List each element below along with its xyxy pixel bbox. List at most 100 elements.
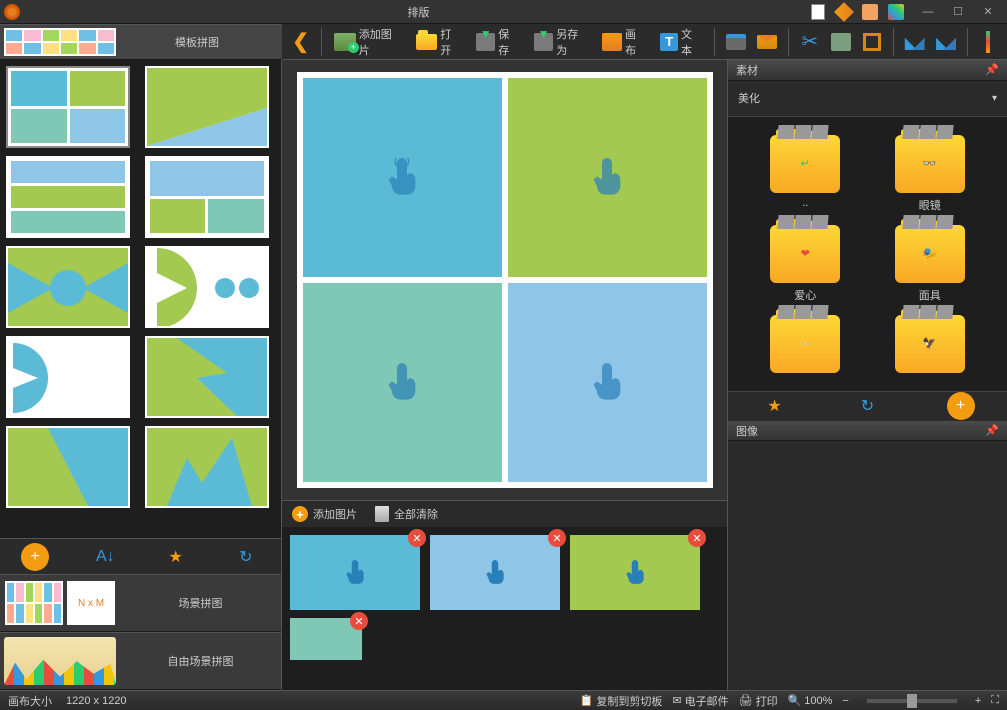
left-panel: + A↓ ★ ↻ N x M 场景拼图 自由场景拼图 (0, 60, 282, 690)
email-button[interactable] (753, 27, 782, 57)
print-icon (726, 34, 746, 50)
add-template-button[interactable]: + (21, 543, 49, 571)
fit-button[interactable]: ⛶ (991, 694, 999, 707)
add-image-icon (334, 33, 355, 51)
canvas-cell-2[interactable] (508, 78, 707, 277)
tray-item[interactable]: ✕ (430, 535, 560, 610)
text-button[interactable]: T文本 (654, 23, 708, 61)
titlebar-edit-icon[interactable] (835, 3, 853, 21)
folders-grid[interactable]: ↵.. 👓眼镜 ❤爱心 🎭面具 〰 🦅 (728, 117, 1007, 391)
window-maximize[interactable]: ☐ (943, 2, 973, 22)
template-item[interactable] (145, 66, 269, 148)
canvas-size-value: 1220 x 1220 (66, 695, 127, 707)
folder-item[interactable]: 〰 (758, 315, 853, 373)
titlebar: 排版 — ☐ ✕ (0, 0, 1007, 24)
titlebar-new-icon[interactable] (809, 3, 827, 21)
tray-clear-all[interactable]: 全部清除 (375, 506, 438, 522)
pin-icon[interactable]: 📌 (985, 424, 999, 437)
zoom-indicator[interactable]: 🔍100% (788, 694, 833, 707)
chevron-down-icon: ▾ (992, 93, 997, 104)
tray-delete-button[interactable]: ✕ (548, 529, 566, 547)
template-item[interactable] (6, 156, 130, 238)
accordion-free-scene-collage[interactable]: 自由场景拼图 (0, 632, 281, 690)
cut-button[interactable]: ✂ (795, 27, 824, 57)
print-button[interactable]: 🖨打印 (739, 693, 778, 709)
save-as-button[interactable]: 另存为 (528, 23, 595, 61)
collage-canvas (297, 72, 713, 488)
canvas-cell-3[interactable] (303, 283, 502, 482)
templates-scroll[interactable] (0, 60, 281, 538)
template-item[interactable] (6, 246, 130, 328)
tray-item[interactable]: ✕ (570, 535, 700, 610)
add-image-button[interactable]: 添加图片 (328, 23, 407, 61)
folder-back[interactable]: ↵.. (758, 135, 853, 213)
canvas-cell-4[interactable] (508, 283, 707, 482)
titlebar-person-icon[interactable] (861, 3, 879, 21)
zoom-handle[interactable] (907, 694, 917, 708)
refresh-button[interactable]: ↻ (232, 543, 260, 571)
template-item[interactable] (6, 426, 130, 508)
clipboard-icon: 📋 (580, 694, 594, 707)
tray-delete-button[interactable]: ✕ (408, 529, 426, 547)
tray-delete-button[interactable]: ✕ (350, 612, 368, 630)
template-item[interactable] (6, 66, 130, 148)
template-item[interactable] (145, 156, 269, 238)
ai-button[interactable]: A↓ (91, 543, 119, 571)
panel-tab-material[interactable]: 素材📌 (728, 60, 1007, 81)
back-button[interactable]: ❮ (286, 27, 315, 57)
copy-clipboard-button[interactable]: 📋复制到剪切板 (580, 693, 663, 709)
open-button[interactable]: 打开 (410, 23, 468, 61)
favorite-button[interactable]: ★ (761, 392, 789, 420)
canvas-button[interactable]: 画布 (596, 23, 652, 61)
flip-vertical-button[interactable] (931, 27, 960, 57)
statusbar: 画布大小 1220 x 1220 📋复制到剪切板 ✉电子邮件 🖨打印 🔍100%… (0, 690, 1007, 710)
tray-delete-button[interactable]: ✕ (688, 529, 706, 547)
zoom-in-button[interactable]: + (975, 695, 981, 707)
tray-item[interactable]: ✕ (290, 535, 420, 610)
paste-button[interactable] (826, 27, 855, 57)
magnifier-icon: 🔍 (788, 694, 802, 707)
category-select[interactable]: 美化▾ (728, 81, 1007, 117)
template-item[interactable] (6, 336, 130, 418)
zoom-out-button[interactable]: − (842, 695, 848, 707)
tray-item[interactable]: ✕ (290, 618, 362, 660)
accordion-template-collage[interactable]: 模板拼图 (0, 24, 282, 60)
template-item[interactable] (145, 246, 269, 328)
tray-add-image[interactable]: +添加图片 (292, 506, 357, 522)
zoom-slider[interactable] (867, 699, 957, 703)
template-thumb-icon (4, 28, 116, 56)
touch-icon (342, 560, 368, 586)
app-title: 排版 (28, 4, 809, 20)
template-item[interactable] (145, 336, 269, 418)
add-button[interactable]: + (947, 392, 975, 420)
crop-button[interactable] (858, 27, 887, 57)
folder-glasses[interactable]: 👓眼镜 (883, 135, 978, 213)
folder-item[interactable]: 🦅 (883, 315, 978, 373)
window-minimize[interactable]: — (913, 2, 943, 22)
titlebar-color-icon[interactable] (887, 3, 905, 21)
image-tray: +添加图片 全部清除 ✕ ✕ ✕ ✕ (282, 500, 727, 690)
folder-love[interactable]: ❤爱心 (758, 225, 853, 303)
panel-tab-image[interactable]: 图像📌 (728, 421, 1007, 442)
canvas-area (282, 60, 727, 500)
templates-toolbar: + A↓ ★ ↻ (0, 538, 281, 574)
pin-icon[interactable]: 📌 (985, 63, 999, 76)
effects-button[interactable] (974, 27, 1003, 57)
refresh-button[interactable]: ↻ (854, 392, 882, 420)
free-scene-thumb (4, 637, 116, 685)
touch-icon (482, 560, 508, 586)
window-close[interactable]: ✕ (973, 2, 1003, 22)
print-button[interactable] (721, 27, 750, 57)
paste-icon (831, 33, 851, 51)
save-button[interactable]: 保存 (470, 23, 526, 61)
folder-mask[interactable]: 🎭面具 (883, 225, 978, 303)
text-icon: T (660, 33, 678, 51)
email-button[interactable]: ✉电子邮件 (672, 693, 728, 709)
flip-horizontal-button[interactable] (900, 27, 929, 57)
favorite-button[interactable]: ★ (162, 543, 190, 571)
accordion-scene-collage[interactable]: N x M 场景拼图 (0, 574, 281, 632)
template-item[interactable] (145, 426, 269, 508)
center-panel: +添加图片 全部清除 ✕ ✕ ✕ ✕ (282, 60, 727, 690)
canvas-cell-1[interactable] (303, 78, 502, 277)
touch-icon (382, 158, 422, 198)
